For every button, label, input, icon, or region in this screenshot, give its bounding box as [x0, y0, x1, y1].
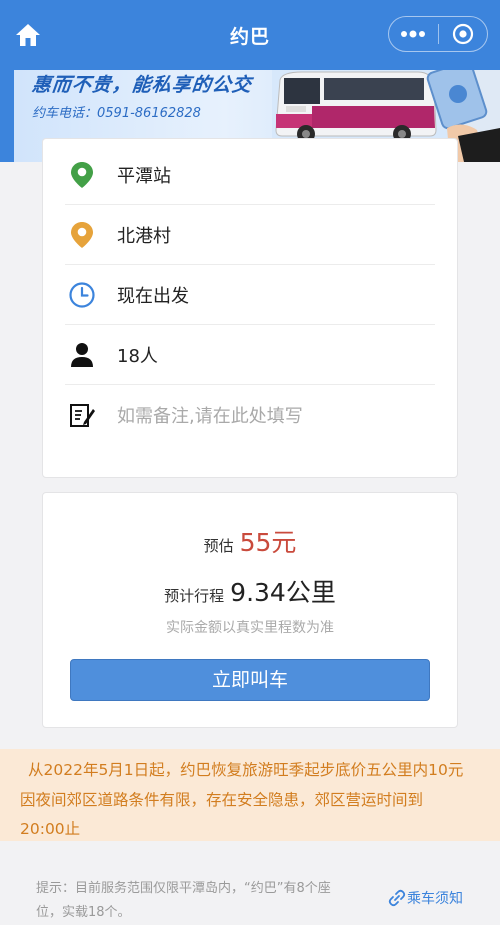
origin-row[interactable]: 平潭站 — [65, 145, 435, 205]
target-circle-icon[interactable] — [439, 17, 488, 51]
call-car-button[interactable]: 立即叫车 — [70, 659, 430, 701]
tip-line-1: 提示：目前服务范围仅限平潭岛内，“约巴”有8个座 — [36, 881, 331, 896]
notice-line-1: 从2022年5月1日起，约巴恢复旅游旺季起步底价五公里内10元 — [28, 761, 464, 779]
departure-time-text: 现在出发 — [117, 285, 189, 307]
home-icon[interactable] — [14, 22, 42, 48]
passengers-text: 18人 — [117, 345, 158, 367]
banner-slogan: 惠而不贵，能私享的公交 — [30, 74, 254, 96]
notice-line-3: 20:00止 — [20, 820, 81, 838]
destination-row[interactable]: 北港村 — [65, 205, 435, 265]
remark-input[interactable]: 如需备注,请在此处填写 — [117, 402, 303, 428]
notice-banner: 从2022年5月1日起，约巴恢复旅游旺季起步底价五公里内10元 因夜间郊区道路条… — [0, 749, 500, 841]
price-label: 预估 — [203, 537, 234, 555]
price-estimate: 预估 55元 — [43, 523, 457, 559]
destination-text: 北港村 — [117, 225, 171, 247]
note-edit-icon — [67, 400, 97, 430]
banner-phone: 约车电话：0591-86162828 — [32, 106, 201, 121]
distance-estimate: 预计行程 9.34公里 — [43, 573, 457, 609]
banner-stripe — [0, 70, 14, 162]
remark-row[interactable]: 如需备注,请在此处填写 — [65, 385, 435, 445]
distance-value: 9.34公里 — [230, 578, 336, 607]
more-dots-icon[interactable] — [389, 17, 438, 51]
link-chain-icon — [388, 889, 406, 907]
distance-label: 预计行程 — [164, 587, 225, 605]
map-pin-icon-green — [67, 160, 97, 190]
origin-text: 平潭站 — [117, 165, 171, 187]
mini-program-capsule — [388, 16, 488, 52]
passengers-row[interactable]: 18人 — [65, 325, 435, 385]
tip-line-2: 位，实载18个。 — [36, 905, 131, 920]
map-pin-icon-orange — [67, 220, 97, 250]
trip-card: 平潭站 北港村 现在出发 18人 如需备注,请在此处填写 — [42, 138, 458, 478]
page-title: 约巴 — [229, 25, 270, 48]
fare-note: 实际金额以真实里程数为准 — [166, 620, 334, 636]
notice-line-2: 因夜间郊区道路条件有限，存在安全隐患，郊区营运时间到 — [20, 791, 424, 809]
estimate-card: 预估 55元 预计行程 9.34公里 实际金额以真实里程数为准 立即叫车 — [42, 492, 458, 728]
price-value: 55元 — [239, 528, 297, 557]
service-tip: 提示：目前服务范围仅限平潭岛内，“约巴”有8个座 位，实载18个。 — [36, 877, 376, 925]
riding-rules-link[interactable]: 乘车须知 — [387, 888, 463, 908]
clock-icon — [67, 280, 97, 310]
riding-rules-text: 乘车须知 — [407, 891, 463, 907]
departure-time-row[interactable]: 现在出发 — [65, 265, 435, 325]
nav-bar: 约巴 — [0, 0, 500, 70]
person-icon — [67, 340, 97, 370]
